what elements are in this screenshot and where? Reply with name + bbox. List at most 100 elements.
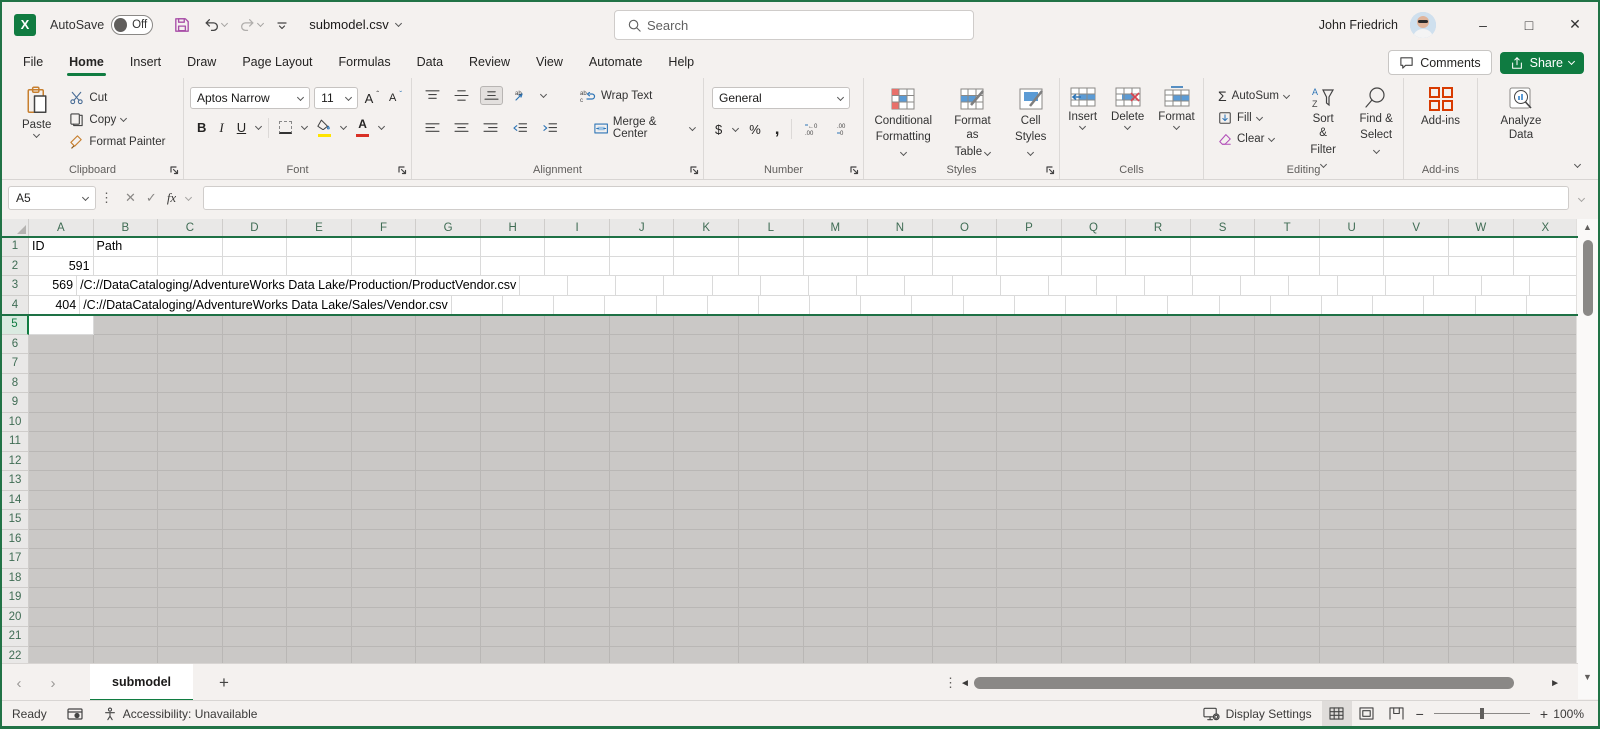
cell-X7[interactable] bbox=[1514, 354, 1578, 374]
font-color-button[interactable]: A bbox=[353, 116, 372, 139]
cell-U12[interactable] bbox=[1320, 452, 1385, 472]
cell-B15[interactable] bbox=[94, 510, 159, 530]
fx-dropdown-icon[interactable] bbox=[185, 193, 192, 200]
cell-L9[interactable] bbox=[739, 393, 804, 413]
cell-S3[interactable] bbox=[1289, 276, 1337, 296]
decrease-indent-button[interactable] bbox=[509, 120, 531, 137]
cell-N14[interactable] bbox=[868, 491, 933, 511]
font-name-combo[interactable]: Aptos Narrow bbox=[190, 87, 310, 109]
cell-W11[interactable] bbox=[1449, 432, 1514, 452]
accounting-dropdown-icon[interactable] bbox=[732, 124, 739, 131]
cell-I8[interactable] bbox=[545, 374, 610, 394]
row-header-4[interactable]: 4 bbox=[2, 296, 29, 316]
cell-H8[interactable] bbox=[481, 374, 546, 394]
cell-N10[interactable] bbox=[868, 413, 933, 433]
cell-J13[interactable] bbox=[610, 471, 675, 491]
merge-center-dropdown-icon[interactable] bbox=[689, 124, 696, 131]
cell-I18[interactable] bbox=[545, 569, 610, 589]
cell-J8[interactable] bbox=[610, 374, 675, 394]
cell-J3[interactable] bbox=[857, 276, 905, 296]
share-button[interactable]: Share bbox=[1500, 52, 1584, 74]
cell-F3[interactable] bbox=[664, 276, 712, 296]
cell-K3[interactable] bbox=[905, 276, 953, 296]
cell-J12[interactable] bbox=[610, 452, 675, 472]
cell-D3[interactable] bbox=[568, 276, 616, 296]
cell-O14[interactable] bbox=[933, 491, 998, 511]
cell-Q19[interactable] bbox=[1062, 588, 1127, 608]
column-header-R[interactable]: R bbox=[1126, 219, 1191, 237]
cell-R6[interactable] bbox=[1126, 335, 1191, 355]
cell-E7[interactable] bbox=[287, 354, 352, 374]
column-header-V[interactable]: V bbox=[1384, 219, 1449, 237]
cell-H19[interactable] bbox=[481, 588, 546, 608]
scroll-down-icon[interactable]: ▼ bbox=[1577, 669, 1598, 685]
cell-L21[interactable] bbox=[739, 627, 804, 647]
cell-O9[interactable] bbox=[933, 393, 998, 413]
cell-O6[interactable] bbox=[933, 335, 998, 355]
copy-dropdown-icon[interactable] bbox=[120, 115, 127, 122]
cell-L17[interactable] bbox=[739, 549, 804, 569]
borders-button[interactable] bbox=[276, 119, 295, 136]
column-header-S[interactable]: S bbox=[1191, 219, 1256, 237]
cell-P15[interactable] bbox=[997, 510, 1062, 530]
cell-S5[interactable] bbox=[1191, 315, 1256, 335]
fill-color-dropdown-icon[interactable] bbox=[340, 123, 347, 130]
align-right-button[interactable] bbox=[480, 120, 501, 137]
format-painter-button[interactable]: Format Painter bbox=[65, 132, 169, 151]
cell-K8[interactable] bbox=[674, 374, 739, 394]
column-header-J[interactable]: J bbox=[610, 219, 675, 237]
cell-K2[interactable] bbox=[674, 257, 739, 277]
ribbon-tab-help[interactable]: Help bbox=[655, 49, 707, 77]
cell-A1[interactable]: ID bbox=[29, 237, 94, 257]
cell-F1[interactable] bbox=[352, 237, 417, 257]
cell-T3[interactable] bbox=[1338, 276, 1386, 296]
column-header-G[interactable]: G bbox=[416, 219, 481, 237]
cell-S12[interactable] bbox=[1191, 452, 1256, 472]
cell-R3[interactable] bbox=[1241, 276, 1289, 296]
cell-R13[interactable] bbox=[1126, 471, 1191, 491]
cell-I3[interactable] bbox=[809, 276, 857, 296]
row-header-10[interactable]: 10 bbox=[2, 413, 29, 433]
cell-H15[interactable] bbox=[481, 510, 546, 530]
cell-Q20[interactable] bbox=[1062, 608, 1127, 628]
cell-N21[interactable] bbox=[868, 627, 933, 647]
cell-E9[interactable] bbox=[287, 393, 352, 413]
column-header-H[interactable]: H bbox=[481, 219, 546, 237]
cell-Q7[interactable] bbox=[1062, 354, 1127, 374]
cell-P5[interactable] bbox=[997, 315, 1062, 335]
cell-W5[interactable] bbox=[1449, 315, 1514, 335]
cell-R4[interactable] bbox=[1220, 296, 1271, 316]
cell-U18[interactable] bbox=[1320, 569, 1385, 589]
cell-K14[interactable] bbox=[674, 491, 739, 511]
cell-W9[interactable] bbox=[1449, 393, 1514, 413]
cell-H1[interactable] bbox=[481, 237, 546, 257]
cell-U16[interactable] bbox=[1320, 530, 1385, 550]
cell-D21[interactable] bbox=[223, 627, 288, 647]
cell-L15[interactable] bbox=[739, 510, 804, 530]
cell-R21[interactable] bbox=[1126, 627, 1191, 647]
cell-K21[interactable] bbox=[674, 627, 739, 647]
increase-decimal-button[interactable]: ←0.00 bbox=[800, 120, 824, 138]
cell-R17[interactable] bbox=[1126, 549, 1191, 569]
align-center-button[interactable] bbox=[451, 120, 472, 137]
cell-U11[interactable] bbox=[1320, 432, 1385, 452]
wrap-text-button[interactable]: ab c Wrap Text bbox=[576, 87, 656, 105]
cell-E20[interactable] bbox=[287, 608, 352, 628]
cell-W12[interactable] bbox=[1449, 452, 1514, 472]
cell-W22[interactable] bbox=[1449, 647, 1514, 664]
cell-C14[interactable] bbox=[158, 491, 223, 511]
cell-R15[interactable] bbox=[1126, 510, 1191, 530]
cell-Q11[interactable] bbox=[1062, 432, 1127, 452]
cell-X15[interactable] bbox=[1514, 510, 1578, 530]
zoom-slider[interactable] bbox=[1434, 713, 1530, 714]
cell-A4[interactable]: 404 bbox=[29, 296, 80, 316]
cell-L3[interactable] bbox=[953, 276, 1001, 296]
cell-G14[interactable] bbox=[416, 491, 481, 511]
sheet-tab-submodel[interactable]: submodel bbox=[90, 664, 193, 702]
cell-V17[interactable] bbox=[1384, 549, 1449, 569]
column-header-L[interactable]: L bbox=[739, 219, 804, 237]
ribbon-tab-view[interactable]: View bbox=[523, 49, 576, 77]
cell-H22[interactable] bbox=[481, 647, 546, 664]
cell-A7[interactable] bbox=[29, 354, 94, 374]
cell-S22[interactable] bbox=[1191, 647, 1256, 664]
